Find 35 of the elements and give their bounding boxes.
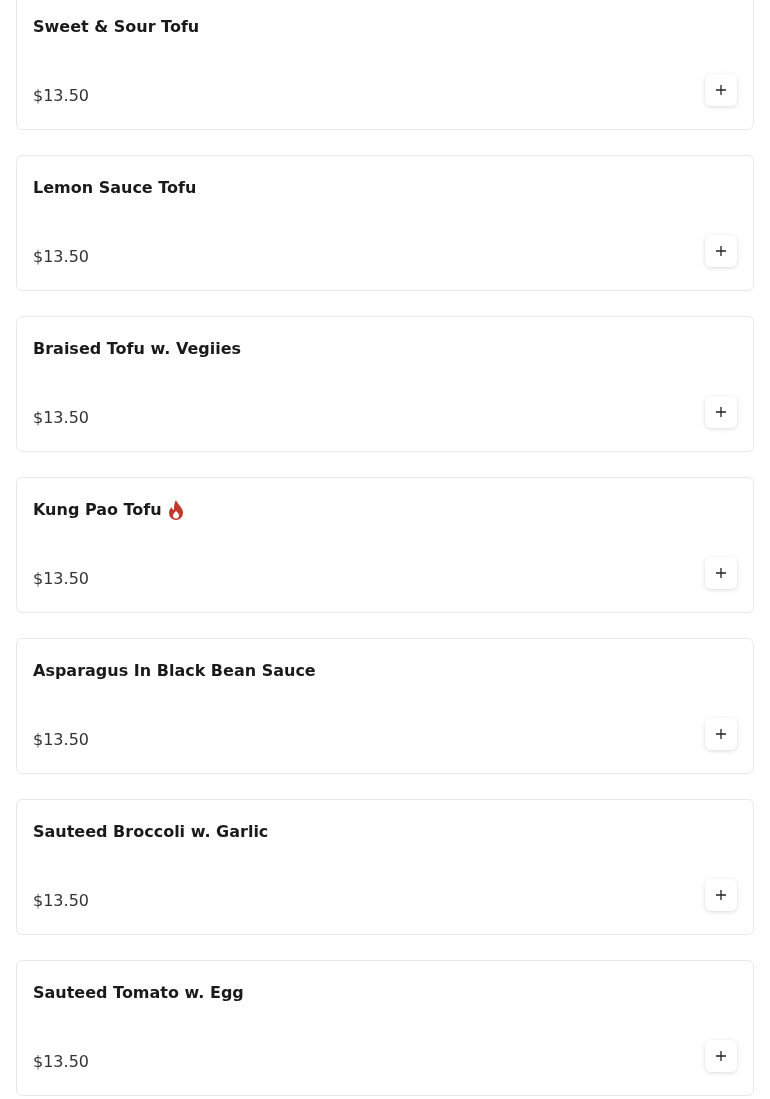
- menu-item-card[interactable]: Kung Pao Tofu $13.50: [16, 477, 754, 613]
- add-button[interactable]: [705, 879, 737, 911]
- plus-icon: [716, 729, 726, 739]
- add-button[interactable]: [705, 396, 737, 428]
- price: $13.50: [33, 86, 89, 106]
- price: $13.50: [33, 247, 89, 267]
- dish-name: Sauteed Tomato w. Egg: [33, 982, 244, 1004]
- add-button[interactable]: [705, 74, 737, 106]
- plus-icon: [716, 1051, 726, 1061]
- plus-icon: [716, 85, 726, 95]
- dish-name: Asparagus In Black Bean Sauce: [33, 660, 316, 682]
- add-button[interactable]: [705, 557, 737, 589]
- price: $13.50: [33, 408, 89, 428]
- plus-icon: [716, 890, 726, 900]
- dish-name: Braised Tofu w. Vegiies: [33, 338, 242, 360]
- plus-icon: [716, 407, 726, 417]
- price: $13.50: [33, 1052, 89, 1072]
- menu-item-card[interactable]: Sauteed Tomato w. Egg $13.50: [16, 960, 754, 1096]
- add-button[interactable]: [705, 718, 737, 750]
- add-button[interactable]: [705, 1040, 737, 1072]
- price: $13.50: [33, 569, 89, 589]
- menu-item-card[interactable]: Lemon Sauce Tofu $13.50: [16, 155, 754, 291]
- plus-icon: [716, 568, 726, 578]
- menu-item-card[interactable]: Asparagus In Black Bean Sauce $13.50: [16, 638, 754, 774]
- dish-name: Sweet & Sour Tofu: [33, 16, 200, 38]
- plus-icon: [716, 246, 726, 256]
- dish-name: Sauteed Broccoli w. Garlic: [33, 821, 269, 843]
- price: $13.50: [33, 891, 89, 911]
- dish-name: Lemon Sauce Tofu: [33, 177, 197, 199]
- add-button[interactable]: [705, 235, 737, 267]
- menu-item-card[interactable]: Sweet & Sour Tofu $13.50: [16, 0, 754, 130]
- menu-item-card[interactable]: Braised Tofu w. Vegiies $13.50: [16, 316, 754, 452]
- dish-name: Kung Pao Tofu: [33, 499, 162, 521]
- price: $13.50: [33, 730, 89, 750]
- menu-item-card[interactable]: Sauteed Broccoli w. Garlic $13.50: [16, 799, 754, 935]
